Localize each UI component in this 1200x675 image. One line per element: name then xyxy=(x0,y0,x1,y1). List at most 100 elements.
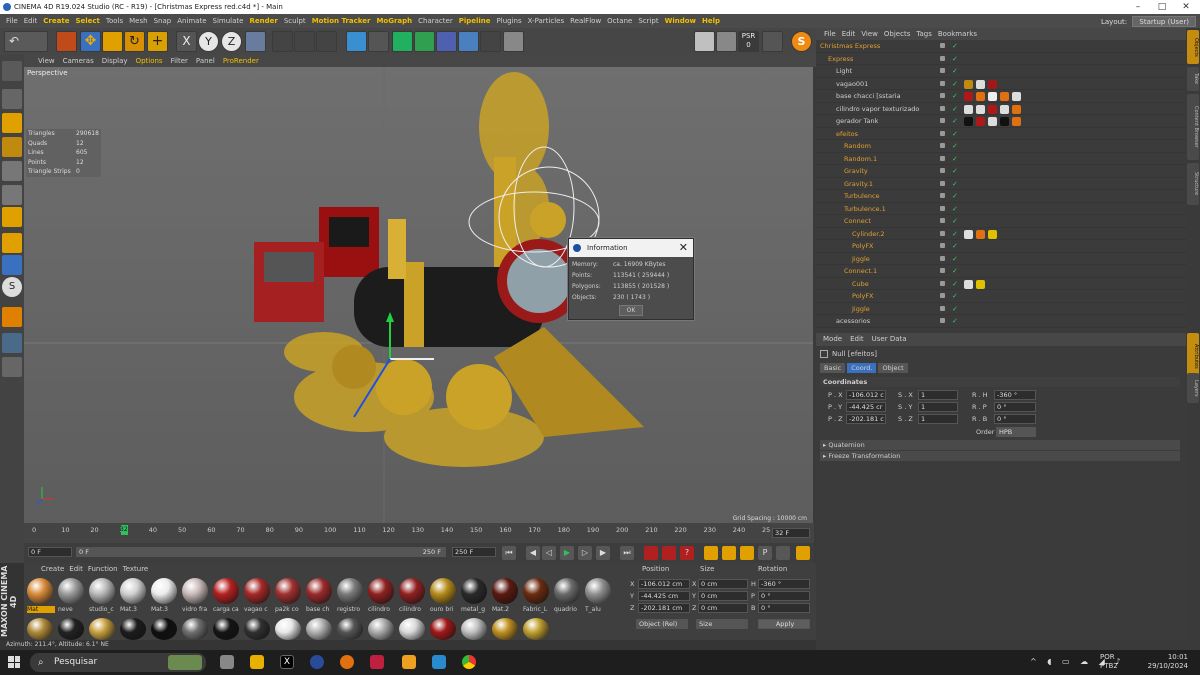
points-mode-icon[interactable] xyxy=(2,161,22,181)
enabled-check-icon[interactable]: ✓ xyxy=(952,278,958,291)
object-tag-icon[interactable] xyxy=(976,104,985,114)
edges-mode-icon[interactable] xyxy=(2,185,22,205)
object-menu-objects[interactable]: Objects xyxy=(884,30,910,38)
cinema4d-taskbar-icon[interactable] xyxy=(310,655,324,669)
material-swatch[interactable] xyxy=(89,618,115,640)
rotate-icon[interactable]: ↻ xyxy=(124,31,145,52)
render-picture-viewer-icon[interactable] xyxy=(294,31,315,52)
scale-icon[interactable] xyxy=(102,31,123,52)
language-indicator[interactable]: POR PTB2 xyxy=(1100,653,1118,671)
object-tag-icon[interactable] xyxy=(964,79,973,89)
material-swatch[interactable] xyxy=(27,578,53,604)
coordinate-system-icon[interactable] xyxy=(245,31,266,52)
go-to-start-icon[interactable]: ⏮ xyxy=(502,546,516,560)
tab-basic[interactable]: Basic xyxy=(820,363,846,373)
workplane-icon[interactable] xyxy=(2,137,22,157)
magnet-icon[interactable] xyxy=(2,307,22,327)
position-field[interactable]: -202.181 c xyxy=(846,414,886,424)
material-swatch[interactable] xyxy=(244,618,270,640)
polygons-mode-icon[interactable] xyxy=(2,207,22,227)
material-swatch[interactable] xyxy=(430,578,456,604)
blender-icon[interactable] xyxy=(340,655,354,669)
s-plugin-icon[interactable]: S xyxy=(791,31,812,52)
viewport-menu-display[interactable]: Display xyxy=(102,57,128,65)
render-view-icon[interactable] xyxy=(272,31,293,52)
quaternion-section[interactable]: ▸ Quaternion xyxy=(820,440,1180,450)
object-tag-icon[interactable] xyxy=(1000,117,1009,126)
visibility-icon[interactable] xyxy=(940,293,945,298)
cloner-icon[interactable] xyxy=(414,31,435,52)
enabled-check-icon[interactable]: ✓ xyxy=(952,315,958,328)
coord-rotation-field[interactable]: 0 ° xyxy=(758,591,810,601)
object-tag-icon[interactable] xyxy=(1012,117,1021,126)
material-swatch[interactable] xyxy=(213,578,239,604)
object-row[interactable]: gerador Tank ✓ xyxy=(816,115,1186,128)
render-settings-icon[interactable] xyxy=(316,31,337,52)
material-swatch[interactable] xyxy=(182,578,208,604)
coord-rotation-field[interactable]: 0 ° xyxy=(758,603,810,613)
attribute-menu-mode[interactable]: Mode xyxy=(823,335,842,343)
object-row[interactable]: Light ✓ xyxy=(816,65,1186,78)
camera-icon[interactable] xyxy=(480,31,501,52)
object-menu-bookmarks[interactable]: Bookmarks xyxy=(938,30,977,38)
rotation-field[interactable]: -360 ° xyxy=(994,390,1036,400)
material-swatch[interactable] xyxy=(27,618,53,640)
subdivision-icon[interactable] xyxy=(392,31,413,52)
add-tool-icon[interactable]: + xyxy=(147,31,168,52)
rotation-field[interactable]: 0 ° xyxy=(994,414,1036,424)
object-tag-icon[interactable] xyxy=(964,279,973,289)
render-region-icon[interactable] xyxy=(694,31,715,52)
object-tag-icon[interactable] xyxy=(964,117,973,126)
menu-item-pipeline[interactable]: Pipeline xyxy=(459,14,491,28)
coord-rotation-field[interactable]: -360 ° xyxy=(758,579,810,589)
object-row[interactable]: Turbulence.1 ✓ xyxy=(816,203,1186,215)
material-menu-function[interactable]: Function xyxy=(88,565,118,573)
scale-key-icon[interactable] xyxy=(722,546,736,560)
layout-selector[interactable]: Layout: Startup (User) xyxy=(1098,15,1196,28)
menu-item-edit[interactable]: Edit xyxy=(24,14,38,28)
material-swatch[interactable] xyxy=(492,618,518,640)
menu-item-x-particles[interactable]: X-Particles xyxy=(528,14,564,28)
coordinate-mode-dropdown[interactable]: Object (Rel) xyxy=(636,619,688,629)
enabled-check-icon[interactable]: ✓ xyxy=(952,128,958,141)
menu-item-realflow[interactable]: RealFlow xyxy=(570,14,601,28)
rotation-key-icon[interactable] xyxy=(740,546,754,560)
visibility-icon[interactable] xyxy=(940,193,945,198)
visibility-icon[interactable] xyxy=(940,43,945,48)
object-tag-icon[interactable] xyxy=(988,229,997,239)
range-slider[interactable]: 0 F 250 F xyxy=(76,547,446,557)
z-axis-icon[interactable]: Z xyxy=(221,31,242,52)
material-menu-edit[interactable]: Edit xyxy=(69,565,83,573)
object-mode-icon[interactable] xyxy=(2,89,22,109)
material-swatch[interactable] xyxy=(430,618,456,640)
material-swatch[interactable] xyxy=(151,578,177,604)
menu-item-window[interactable]: Window xyxy=(665,14,696,28)
x-axis-icon[interactable]: X xyxy=(176,31,197,52)
material-swatch[interactable] xyxy=(306,618,332,640)
object-row[interactable]: base chacci [sstaria ✓ xyxy=(816,90,1186,103)
enabled-check-icon[interactable]: ✓ xyxy=(952,178,958,191)
scale-field[interactable]: 1 xyxy=(918,402,958,412)
menu-item-simulate[interactable]: Simulate xyxy=(213,14,244,28)
object-tag-icon[interactable] xyxy=(964,229,973,239)
visibility-icon[interactable] xyxy=(940,68,945,73)
y-axis-icon[interactable]: Y xyxy=(198,31,219,52)
menu-item-help[interactable]: Help xyxy=(702,14,720,28)
keyframe-selection-icon[interactable]: ? xyxy=(680,546,694,560)
snap-icon[interactable]: S xyxy=(2,277,22,297)
object-menu-view[interactable]: View xyxy=(861,30,878,38)
menu-item-tools[interactable]: Tools xyxy=(106,14,123,28)
enabled-check-icon[interactable]: ✓ xyxy=(952,40,958,53)
coord-position-field[interactable]: -106.012 cm xyxy=(638,579,690,589)
enabled-check-icon[interactable]: ✓ xyxy=(952,265,958,278)
material-swatch[interactable] xyxy=(151,618,177,640)
material-swatch[interactable] xyxy=(120,618,146,640)
visibility-icon[interactable] xyxy=(940,118,945,123)
coord-size-field[interactable]: 0 cm xyxy=(698,591,748,601)
object-row[interactable]: Jiggle ✓ xyxy=(816,303,1186,315)
menu-item-motion-tracker[interactable]: Motion Tracker xyxy=(312,14,371,28)
enabled-check-icon[interactable]: ✓ xyxy=(952,153,958,166)
object-row[interactable]: Connect ✓ xyxy=(816,215,1186,228)
x-app-icon[interactable]: X xyxy=(280,655,294,669)
scale-field[interactable]: 1 xyxy=(918,390,958,400)
